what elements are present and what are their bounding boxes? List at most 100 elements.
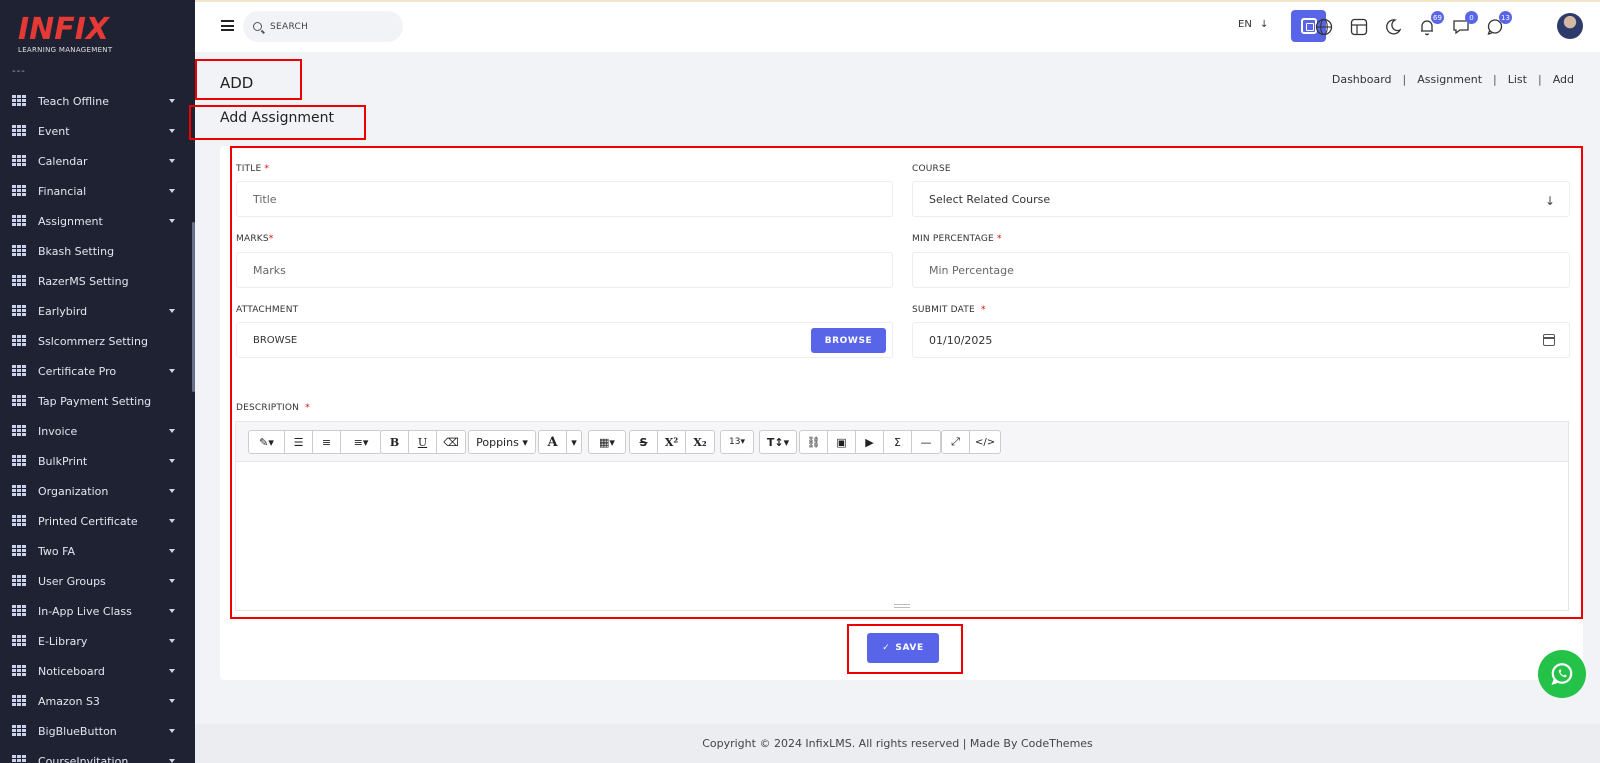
sidebar-item[interactable]: BigBlueButton: [0, 716, 195, 746]
course-select[interactable]: Select Related Course ↓: [912, 181, 1570, 217]
grid-icon: [12, 364, 26, 378]
breadcrumb-list[interactable]: List: [1508, 73, 1527, 86]
sidebar-item[interactable]: Assignment: [0, 206, 195, 236]
sidebar-item[interactable]: RazerMS Setting: [0, 266, 195, 296]
browse-button[interactable]: BROWSE: [811, 328, 886, 353]
sidebar-item[interactable]: Financial: [0, 176, 195, 206]
text-color-icon[interactable]: A: [539, 431, 567, 453]
link-icon[interactable]: ⛓: [800, 431, 828, 453]
sidebar-item-label: BigBlueButton: [38, 724, 117, 738]
subscript-icon[interactable]: X₂: [686, 431, 714, 453]
messages-button[interactable]: 0: [1452, 11, 1478, 36]
sidebar-item-label: Calendar: [38, 154, 88, 168]
sidebar-item[interactable]: Organization: [0, 476, 195, 506]
language-selector[interactable]: EN ↓: [1238, 19, 1268, 30]
layout-icon[interactable]: [1350, 18, 1368, 36]
submit-date-input[interactable]: 01/10/2025: [912, 322, 1570, 358]
fullscreen-icon[interactable]: ⤢: [942, 431, 970, 453]
sidebar-item[interactable]: Amazon S3: [0, 686, 195, 716]
breadcrumb-assignment[interactable]: Assignment: [1417, 73, 1482, 86]
grid-icon: [12, 604, 26, 618]
caret-down-icon: [169, 669, 175, 673]
strikethrough-icon[interactable]: S: [630, 431, 658, 453]
grid-icon: [12, 184, 26, 198]
sidebar-item[interactable]: Sslcommerz Setting: [0, 326, 195, 356]
marks-input[interactable]: Marks: [236, 252, 893, 288]
video-icon[interactable]: ▶: [856, 431, 884, 453]
resize-handle-icon[interactable]: [894, 604, 910, 608]
sidebar-item[interactable]: Noticeboard: [0, 656, 195, 686]
sidebar-item[interactable]: Bkash Setting: [0, 236, 195, 266]
line-height-icon[interactable]: T↕▾: [760, 431, 796, 453]
align-icon[interactable]: ≡▾: [341, 431, 381, 453]
caret-down-icon: [169, 99, 175, 103]
sidebar-scrollbar[interactable]: [192, 222, 195, 392]
ordered-list-icon[interactable]: ≡: [313, 431, 341, 453]
unordered-list-icon[interactable]: ☰: [285, 431, 313, 453]
sidebar-item[interactable]: Printed Certificate: [0, 506, 195, 536]
image-icon[interactable]: ▣: [828, 431, 856, 453]
sidebar-item[interactable]: E-Library: [0, 626, 195, 656]
title-input[interactable]: Title: [236, 181, 893, 217]
grid-icon: [12, 574, 26, 588]
bold-icon[interactable]: B: [381, 431, 409, 453]
code-view-icon[interactable]: </>: [970, 431, 1000, 453]
sidebar-item[interactable]: Earlybird: [0, 296, 195, 326]
sidebar-item[interactable]: Certificate Pro: [0, 356, 195, 386]
underline-icon[interactable]: U: [409, 431, 437, 453]
notifications-button[interactable]: 69: [1418, 11, 1444, 36]
caret-down-icon: [169, 519, 175, 523]
sidebar-item-label: Event: [38, 124, 70, 138]
editor-content-area[interactable]: [236, 462, 1568, 610]
search-box[interactable]: SEARCH: [243, 11, 403, 42]
breadcrumb-separator: |: [1402, 73, 1407, 86]
avatar[interactable]: [1557, 13, 1583, 39]
copyright-text: Copyright © 2024 InfixLMS. All rights re…: [702, 737, 1093, 750]
caret-down-icon: [169, 219, 175, 223]
sidebar-item-label: Printed Certificate: [38, 514, 138, 528]
sidebar-item[interactable]: Invoice: [0, 416, 195, 446]
font-size-select[interactable]: 13 ▾: [721, 431, 753, 453]
font-family-select[interactable]: Poppins ▾: [469, 431, 535, 453]
chat-button[interactable]: 13: [1486, 11, 1512, 36]
sidebar-menu: Teach Offline Event Calendar Financial Assig…: [0, 86, 195, 763]
grid-icon: [12, 424, 26, 438]
sidebar-item-label: Financial: [38, 184, 87, 198]
grid-icon: [12, 724, 26, 738]
sigma-icon[interactable]: Σ: [884, 431, 912, 453]
sidebar-item[interactable]: Teach Offline: [0, 86, 195, 116]
min-percentage-input[interactable]: Min Percentage: [912, 252, 1570, 288]
caret-down-icon: [169, 429, 175, 433]
horizontal-rule-icon[interactable]: —: [912, 431, 940, 453]
magic-wand-icon[interactable]: ✎▾: [249, 431, 285, 453]
sidebar-item[interactable]: Tap Payment Setting: [0, 386, 195, 416]
breadcrumb-dashboard[interactable]: Dashboard: [1332, 73, 1392, 86]
sidebar-item[interactable]: Two FA: [0, 536, 195, 566]
save-button[interactable]: ✓ SAVE: [867, 633, 939, 663]
font-family-value: Poppins: [476, 435, 519, 449]
sidebar-item[interactable]: BulkPrint: [0, 446, 195, 476]
grid-icon: [12, 544, 26, 558]
sidebar-item[interactable]: Event: [0, 116, 195, 146]
page-section-label: ADD: [220, 74, 254, 92]
sidebar-item[interactable]: CourseInvitation: [0, 746, 195, 763]
globe-icon[interactable]: [1315, 18, 1333, 36]
search-input[interactable]: SEARCH: [270, 22, 308, 32]
toolbar-group-color: A ▾: [538, 430, 582, 454]
moon-icon[interactable]: [1384, 18, 1402, 36]
sidebar-item[interactable]: User Groups: [0, 566, 195, 596]
caret-down-icon: [169, 609, 175, 613]
whatsapp-chat-button[interactable]: [1538, 650, 1586, 698]
calendar-icon[interactable]: [1543, 334, 1555, 346]
caret-down-icon: [169, 639, 175, 643]
color-dropdown-icon[interactable]: ▾: [567, 431, 581, 453]
menu-toggle-icon[interactable]: [221, 20, 234, 31]
notifications-badge: 69: [1431, 11, 1444, 24]
sidebar-item[interactable]: Calendar: [0, 146, 195, 176]
attachment-field[interactable]: BROWSE BROWSE: [236, 322, 893, 358]
logo[interactable]: INFIX LEARNING MANAGEMENT: [18, 14, 168, 62]
table-icon[interactable]: ▦▾: [589, 431, 625, 453]
sidebar-item[interactable]: In-App Live Class: [0, 596, 195, 626]
superscript-icon[interactable]: X²: [658, 431, 686, 453]
eraser-icon[interactable]: ⌫: [437, 431, 465, 453]
